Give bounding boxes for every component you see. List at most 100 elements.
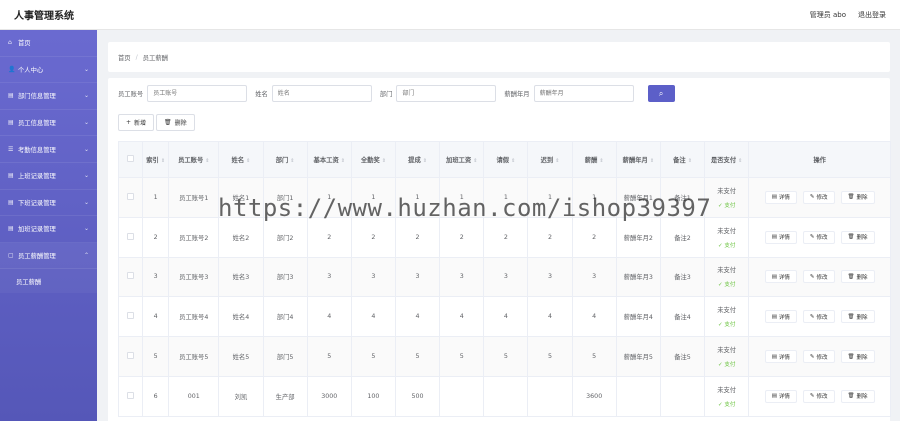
column-header[interactable]: 部门 ⇕ bbox=[262, 141, 308, 178]
table-cell: 3 bbox=[571, 256, 617, 298]
table-cell: 2 bbox=[394, 216, 441, 258]
column-header[interactable]: 备注 ⇕ bbox=[659, 141, 706, 178]
edit-button[interactable]: ✎ 修改 bbox=[802, 270, 835, 284]
delete-button[interactable]: 🗑 删除 bbox=[840, 190, 875, 204]
column-header[interactable]: 姓名 ⇕ bbox=[218, 141, 264, 178]
pay-link[interactable]: ✓ 支付 bbox=[718, 360, 735, 368]
table-cell: 薪酬年月1 bbox=[615, 177, 661, 218]
table-cell: 5 bbox=[142, 336, 170, 377]
pay-status-cell: 未支付 ✓ 支付 bbox=[704, 216, 750, 258]
list-icon: ▤ bbox=[8, 172, 14, 180]
sidebar-item-department[interactable]: ▤ 部门信息管理 ⌄ bbox=[0, 83, 97, 110]
pay-status: 未支付 bbox=[717, 347, 737, 355]
table-cell: 3 bbox=[527, 256, 573, 298]
row-checkbox[interactable] bbox=[117, 375, 144, 417]
pay-link[interactable]: ✓ 支付 bbox=[718, 201, 735, 209]
edit-button[interactable]: ✎ 修改 bbox=[802, 310, 835, 324]
pay-link[interactable]: ✓ 支付 bbox=[718, 320, 735, 328]
logout-link[interactable]: 退出登录 bbox=[858, 10, 886, 20]
table-cell: 3 bbox=[483, 256, 529, 298]
column-header[interactable]: 提成 ⇕ bbox=[394, 141, 441, 178]
trash-icon: 🗑 bbox=[847, 353, 855, 360]
row-checkbox[interactable] bbox=[117, 256, 144, 298]
detail-button[interactable]: ▤ 详情 bbox=[764, 310, 797, 324]
edit-button[interactable]: ✎ 修改 bbox=[802, 230, 835, 244]
table-cell: 1 bbox=[142, 177, 170, 218]
submenu-item-salary[interactable]: 员工薪酬 bbox=[0, 269, 97, 294]
row-checkbox[interactable] bbox=[117, 177, 144, 218]
table-row: 6 001 刘凯 生产部 3000 100 500 3600 未支付 ✓ 支付 ▤ 详情 ✎ 修改 🗑 删除 bbox=[117, 375, 891, 417]
search-button[interactable]: ⌕ bbox=[647, 85, 675, 102]
column-header-actions: 操作 bbox=[748, 141, 891, 178]
detail-button[interactable]: ▤ 详情 bbox=[764, 270, 797, 284]
sidebar-item-label: 个人中心 bbox=[18, 66, 44, 74]
search-input-account[interactable] bbox=[147, 85, 248, 102]
detail-button[interactable]: ▤ 详情 bbox=[764, 190, 797, 204]
delete-button[interactable]: 🗑 删除 bbox=[840, 389, 875, 403]
table-row: 5 员工账号5 姓名5 部门5 5 5 5 5 5 5 5 薪酬年月5 备注5 未支付 ✓ 支付 ▤ 详情 ✎ 修改… bbox=[117, 336, 891, 377]
pay-link[interactable]: ✓ 支付 bbox=[718, 400, 735, 408]
column-header[interactable]: 薪酬 ⇕ bbox=[571, 141, 617, 178]
sidebar-item-clock-in[interactable]: ▤ 上班记录管理 ⌄ bbox=[0, 163, 97, 190]
table-cell: 备注3 bbox=[659, 256, 706, 298]
breadcrumb-home[interactable]: 首页 bbox=[118, 53, 131, 62]
table-cell: 薪酬年月3 bbox=[615, 256, 661, 298]
sidebar-item-profile[interactable]: 👤 个人中心 ⌄ bbox=[0, 57, 97, 84]
column-header[interactable]: 全勤奖 ⇕ bbox=[350, 141, 396, 178]
sidebar-item-salary[interactable]: ▢ 员工薪酬管理 ⌃ bbox=[0, 242, 97, 270]
edit-button[interactable]: ✎ 修改 bbox=[802, 389, 835, 403]
table-row: 1 员工账号1 姓名1 部门1 1 1 1 1 1 1 1 薪酬年月1 备注1 未支付 ✓ 支付 ▤ 详情 ✎ 修改… bbox=[117, 177, 891, 218]
table-cell: 1 bbox=[306, 177, 352, 218]
search-input-name[interactable] bbox=[271, 85, 372, 102]
add-button-label: 新增 bbox=[134, 120, 147, 127]
column-header[interactable]: 索引 ⇕ bbox=[142, 141, 170, 178]
row-checkbox[interactable] bbox=[117, 296, 144, 338]
column-header[interactable]: 是否支付 ⇕ bbox=[704, 141, 750, 178]
pay-link[interactable]: ✓ 支付 bbox=[718, 280, 735, 288]
pay-status: 未支付 bbox=[717, 267, 737, 275]
table-cell: 5 bbox=[571, 336, 617, 377]
detail-button[interactable]: ▤ 详情 bbox=[764, 230, 797, 244]
column-header[interactable]: 加班工资 ⇕ bbox=[439, 141, 485, 178]
column-header[interactable]: 薪酬年月 ⇕ bbox=[615, 141, 661, 178]
edit-button[interactable]: ✎ 修改 bbox=[802, 350, 835, 364]
search-input-month[interactable] bbox=[533, 85, 634, 102]
table-cell: 2 bbox=[306, 216, 352, 258]
delete-button[interactable]: 🗑 删除 bbox=[840, 230, 875, 244]
table-cell: 500 bbox=[394, 375, 441, 417]
column-header[interactable]: 迟到 ⇕ bbox=[527, 141, 573, 178]
column-header[interactable]: 员工账号 ⇕ bbox=[168, 141, 220, 178]
bulk-delete-label: 删除 bbox=[174, 120, 187, 127]
user-icon: 👤 bbox=[8, 65, 16, 73]
pay-link[interactable]: ✓ 支付 bbox=[718, 241, 735, 249]
delete-button[interactable]: 🗑 删除 bbox=[840, 270, 875, 284]
sidebar-item-clock-out[interactable]: ▤ 下班记录管理 ⌄ bbox=[0, 190, 97, 217]
pay-status: 未支付 bbox=[717, 386, 737, 394]
pencil-icon: ✎ bbox=[809, 393, 815, 400]
sidebar-item-home[interactable]: ⌂ 首页 bbox=[0, 30, 97, 57]
sidebar-item-attendance[interactable]: ☰ 考勤信息管理 ⌄ bbox=[0, 136, 97, 163]
table-cell: 4 bbox=[571, 296, 617, 338]
table-cell: 5 bbox=[527, 336, 573, 377]
pencil-icon: ✎ bbox=[809, 313, 815, 320]
row-checkbox[interactable] bbox=[117, 216, 144, 258]
column-header[interactable]: 基本工资 ⇕ bbox=[306, 141, 352, 178]
table-cell: 3 bbox=[142, 256, 170, 298]
edit-button[interactable]: ✎ 修改 bbox=[802, 190, 835, 204]
select-all-checkbox[interactable] bbox=[117, 141, 144, 178]
add-button[interactable]: + 新增 bbox=[118, 114, 155, 131]
bulk-delete-button[interactable]: 🗑 删除 bbox=[156, 114, 195, 131]
column-header[interactable]: 请假 ⇕ bbox=[483, 141, 529, 178]
delete-button[interactable]: 🗑 删除 bbox=[840, 350, 875, 364]
detail-button[interactable]: ▤ 详情 bbox=[764, 389, 797, 403]
table-cell: 4 bbox=[350, 296, 396, 338]
admin-label[interactable]: 管理员 abo bbox=[810, 10, 846, 20]
detail-button[interactable]: ▤ 详情 bbox=[764, 350, 797, 364]
sidebar-item-employee[interactable]: ▤ 员工信息管理 ⌄ bbox=[0, 110, 97, 137]
delete-button[interactable]: 🗑 删除 bbox=[840, 310, 875, 324]
table-cell: 2 bbox=[350, 216, 396, 258]
sidebar-item-overtime[interactable]: ▤ 加班记录管理 ⌄ bbox=[0, 216, 97, 243]
search-input-department[interactable] bbox=[396, 85, 497, 102]
row-checkbox[interactable] bbox=[117, 336, 144, 377]
table-cell: 4 bbox=[306, 296, 352, 338]
